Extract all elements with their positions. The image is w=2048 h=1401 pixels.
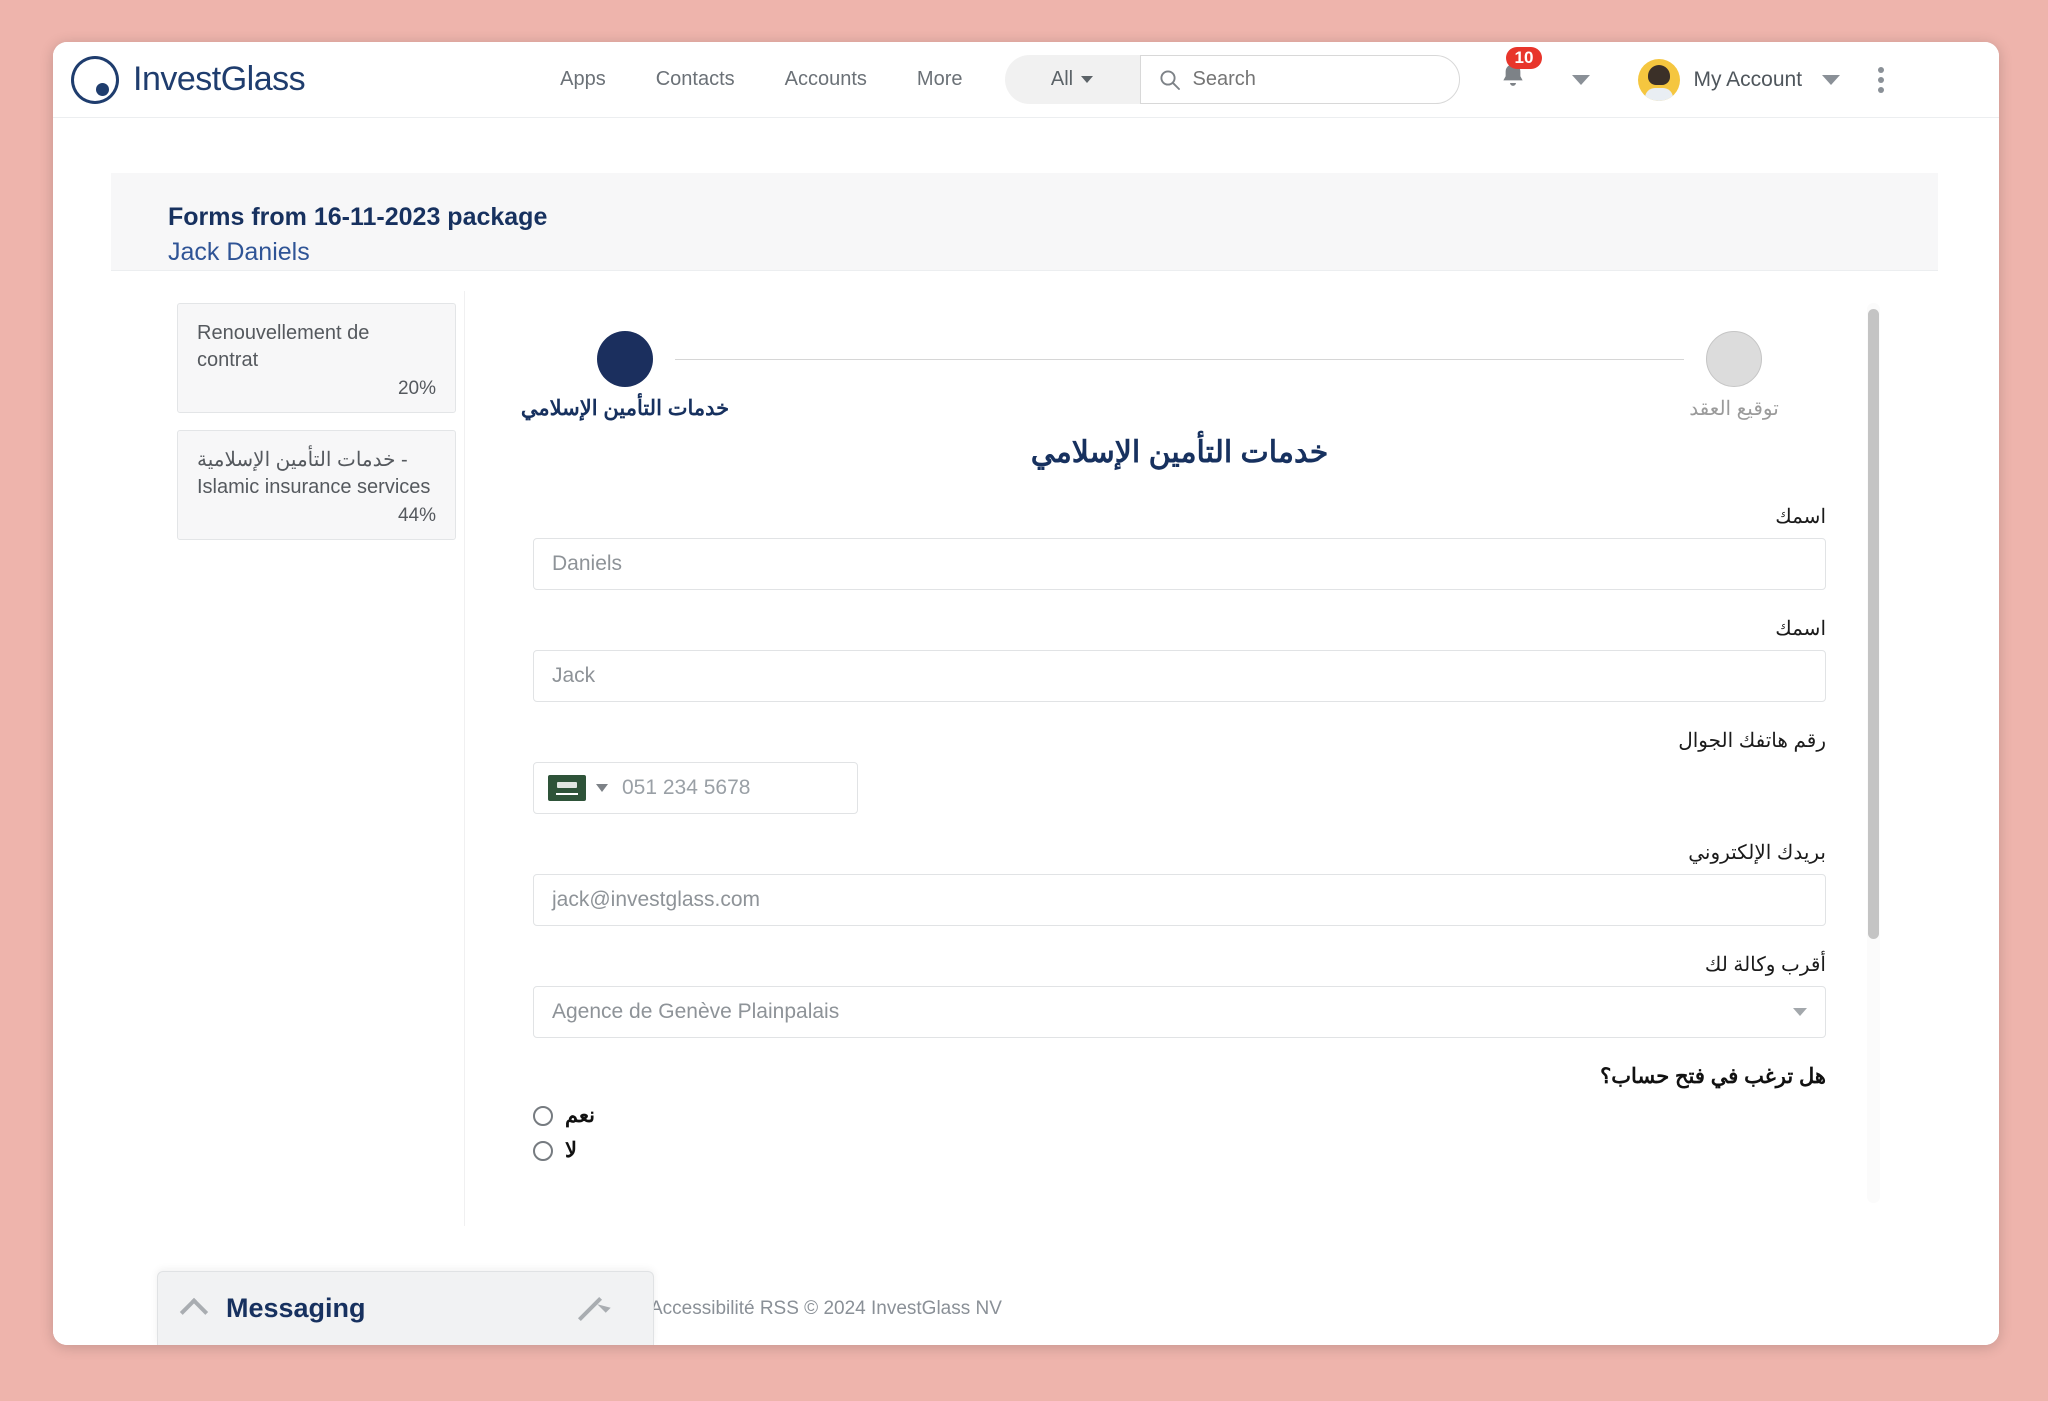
email-field[interactable]: jack@investglass.com bbox=[533, 874, 1826, 926]
browser-window: InvestGlass Apps Contacts Accounts More … bbox=[53, 42, 1999, 1345]
card-header: Forms from 16-11-2023 package Jack Danie… bbox=[111, 173, 1938, 271]
nearest-agency-selected-value: Agence de Genève Plainpalais bbox=[552, 1000, 840, 1023]
search-icon bbox=[1159, 69, 1180, 90]
form-item-label: Renouvellement de contrat bbox=[197, 322, 370, 371]
step-dot-active-icon bbox=[597, 331, 653, 387]
card-body: Renouvellement de contrat 20% خدمات التأ… bbox=[111, 271, 1938, 1226]
avatar bbox=[1637, 58, 1680, 101]
radio-button-icon[interactable] bbox=[533, 1140, 553, 1161]
main-nav-links: Apps Contacts Accounts More bbox=[560, 68, 962, 91]
top-navigation-bar: InvestGlass Apps Contacts Accounts More … bbox=[53, 42, 1999, 118]
phone-input[interactable]: 051 234 5678 bbox=[622, 776, 750, 800]
my-account-menu[interactable]: My Account bbox=[1637, 58, 1841, 101]
field-first-name: اسمك Jack bbox=[533, 616, 1826, 702]
form-fields: اسمك Daniels اسمك Jack رقم هاتفك الجوال bbox=[465, 470, 1894, 1163]
search-input[interactable] bbox=[1192, 68, 1433, 91]
step-label: خدمات التأمين الإسلامي bbox=[520, 397, 730, 420]
forms-sidebar: Renouvellement de contrat 20% خدمات التأ… bbox=[111, 291, 456, 1226]
form-item-percent: 20% bbox=[397, 378, 436, 399]
step-label: توقيع العقد bbox=[1689, 398, 1779, 420]
step-dot-inactive-icon bbox=[1706, 331, 1762, 387]
last-name-input[interactable]: Daniels bbox=[533, 538, 1826, 590]
investglass-logo-icon bbox=[71, 55, 119, 104]
forms-card: Forms from 16-11-2023 package Jack Danie… bbox=[111, 173, 1938, 1345]
field-label: اسمك bbox=[1775, 618, 1826, 640]
notifications-dropdown-chevron-icon[interactable] bbox=[1571, 74, 1590, 85]
brand-name: InvestGlass bbox=[133, 60, 306, 98]
field-label: رقم هاتفك الجوال bbox=[1678, 730, 1826, 752]
nav-item-contacts[interactable]: Contacts bbox=[656, 68, 735, 91]
notification-badge: 10 bbox=[1505, 47, 1543, 69]
radio-option-no[interactable]: لا bbox=[533, 1138, 1826, 1163]
phone-input-group[interactable]: 051 234 5678 bbox=[533, 762, 858, 814]
page-title: Forms from 16-11-2023 package bbox=[168, 203, 548, 231]
chevron-down-icon bbox=[1081, 76, 1094, 83]
radio-option-yes[interactable]: نعم bbox=[533, 1103, 1826, 1128]
nav-item-more[interactable]: More bbox=[917, 68, 963, 91]
account-label: My Account bbox=[1693, 67, 1803, 91]
first-name-input[interactable]: Jack bbox=[533, 650, 1826, 702]
stepper-step-1[interactable]: خدمات التأمين الإسلامي bbox=[521, 331, 729, 421]
messaging-widget[interactable]: Messaging bbox=[157, 1271, 654, 1345]
form-panel-scrollbar-thumb[interactable] bbox=[1868, 309, 1879, 939]
form-title: خدمات التأمين الإسلامي bbox=[1030, 436, 1329, 469]
list-item[interactable]: خدمات التأمين الإسلامية - Islamic insura… bbox=[177, 430, 456, 540]
search-box[interactable] bbox=[1139, 55, 1460, 104]
form-item-percent: 44% bbox=[397, 505, 436, 526]
messaging-title: Messaging bbox=[226, 1293, 366, 1323]
account-chevron-down-icon bbox=[1822, 74, 1841, 85]
page-subtitle: Jack Daniels bbox=[168, 237, 310, 266]
saudi-arabia-flag-icon bbox=[548, 775, 586, 801]
chevron-up-icon[interactable] bbox=[179, 1297, 209, 1326]
stepper-connector bbox=[675, 359, 1684, 360]
radio-group-question: هل ترغب في فتح حساب؟ bbox=[1600, 1065, 1826, 1088]
page-body: Forms from 16-11-2023 package Jack Danie… bbox=[53, 118, 1999, 1345]
radio-option-label: لا bbox=[565, 1139, 577, 1162]
form-item-label: خدمات التأمين الإسلامية - Islamic insura… bbox=[197, 449, 431, 498]
form-stepper: خدمات التأمين الإسلامي توقيع العقد bbox=[465, 291, 1894, 420]
nav-item-apps[interactable]: Apps bbox=[560, 68, 606, 91]
field-nearest-agency: أقرب وكالة لك Agence de Genève Plainpala… bbox=[533, 952, 1826, 1038]
footer-text: Accessibilité RSS © 2024 InvestGlass NV bbox=[650, 1298, 1002, 1319]
radio-option-label: نعم bbox=[565, 1104, 595, 1127]
expand-icon[interactable] bbox=[575, 1294, 605, 1324]
more-options-kebab-icon[interactable] bbox=[1878, 66, 1885, 93]
list-item[interactable]: Renouvellement de contrat 20% bbox=[177, 303, 456, 413]
notifications-button[interactable]: 10 bbox=[1496, 47, 1543, 99]
field-open-account-radio-group: هل ترغب في فتح حساب؟ نعم لا bbox=[533, 1064, 1826, 1163]
country-chevron-down-icon[interactable] bbox=[596, 784, 608, 792]
brand-logo[interactable]: InvestGlass bbox=[71, 55, 306, 104]
field-last-name: اسمك Daniels bbox=[533, 504, 1826, 590]
field-mobile-phone: رقم هاتفك الجوال 051 234 5678 bbox=[533, 728, 1826, 814]
search-area: All bbox=[1004, 55, 1460, 104]
field-label: أقرب وكالة لك bbox=[1704, 954, 1826, 976]
nav-item-accounts[interactable]: Accounts bbox=[785, 68, 867, 91]
search-scope-label: All bbox=[1050, 68, 1074, 90]
field-email: بريدك الإلكتروني jack@investglass.com bbox=[533, 840, 1826, 926]
field-label: اسمك bbox=[1775, 506, 1826, 528]
form-panel: خدمات التأمين الإسلامي توقيع العقد خدمات… bbox=[464, 291, 1894, 1226]
stepper-step-2[interactable]: توقيع العقد bbox=[1634, 331, 1834, 421]
nearest-agency-select[interactable]: Agence de Genève Plainpalais bbox=[533, 986, 1826, 1038]
radio-button-icon[interactable] bbox=[533, 1105, 553, 1126]
chevron-down-icon bbox=[1793, 1008, 1807, 1016]
field-label: بريدك الإلكتروني bbox=[1688, 842, 1826, 864]
search-scope-dropdown[interactable]: All bbox=[1004, 55, 1140, 104]
